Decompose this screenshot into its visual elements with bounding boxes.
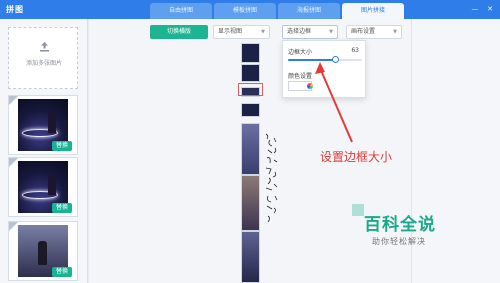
stitched-image-cell [241, 103, 260, 117]
selected-cell-outline [238, 83, 263, 96]
handwriting-overlay [265, 133, 278, 223]
replace-button[interactable]: 替换 [52, 141, 72, 151]
canvas-settings-dropdown[interactable]: 画布设置 ▼ [346, 25, 402, 39]
image-thumbnail[interactable]: 替换 [8, 95, 78, 155]
add-images-label: 添加多张图片 [25, 60, 62, 67]
image-list-panel: 添加多张图片 替换 替换 替换 [0, 19, 88, 283]
thumbnail-corner-mark [9, 96, 18, 105]
title-bar: 拼图 自由拼图 模板拼图 海报拼图 图片拼接 — ✕ [0, 0, 500, 19]
add-images-button[interactable]: 添加多张图片 [8, 27, 78, 89]
minimize-button[interactable]: — [470, 4, 480, 14]
image-thumbnail[interactable]: 替换 [8, 157, 78, 217]
tab-free-collage[interactable]: 自由拼图 [150, 3, 212, 19]
watermark-logo-icon [352, 204, 364, 216]
tab-image-stitch[interactable]: 图片拼接 [342, 3, 404, 19]
thumbnail-corner-mark [9, 222, 18, 231]
upload-icon [40, 42, 49, 52]
image-thumbnail[interactable]: 替换 [8, 221, 78, 281]
tab-template-collage[interactable]: 模板拼图 [214, 3, 276, 19]
stitched-image-cell [241, 64, 260, 82]
stitched-image-preview[interactable] [241, 43, 260, 283]
watermark-title: 百科全说 [364, 215, 436, 235]
annotation-text: 设置边框大小 [320, 150, 393, 164]
chevron-down-icon: ▼ [329, 29, 333, 35]
stitched-image-cell [241, 175, 260, 231]
replace-button[interactable]: 替换 [52, 203, 72, 213]
thumbnail-corner-mark [9, 158, 18, 167]
canvas-settings-label: 画布设置 [351, 28, 376, 35]
replace-button[interactable]: 替换 [52, 267, 72, 277]
border-size-label: 边框大小 [288, 49, 313, 56]
app-title: 拼图 [6, 5, 24, 14]
close-button[interactable]: ✕ [485, 4, 495, 14]
switch-landscape-button[interactable]: 切换横版 [150, 25, 208, 39]
watermark-subtitle: 助你轻松解决 [372, 237, 426, 246]
display-view-label: 显示视图 [218, 28, 243, 35]
chevron-down-icon: ▼ [393, 29, 397, 35]
border-size-value: 63 [351, 47, 359, 54]
display-view-dropdown[interactable]: 显示视图 ▼ [213, 25, 270, 39]
stitched-image-cell [241, 123, 260, 175]
stitched-image-cell [241, 231, 260, 283]
border-select-label: 选择边框 [287, 28, 312, 35]
tab-poster-collage[interactable]: 海报拼图 [278, 3, 340, 19]
annotation-arrow [315, 62, 353, 143]
chevron-down-icon: ▼ [261, 29, 265, 35]
border-select-dropdown[interactable]: 选择边框 ▼ [282, 25, 338, 39]
stitched-image-cell [241, 43, 260, 63]
